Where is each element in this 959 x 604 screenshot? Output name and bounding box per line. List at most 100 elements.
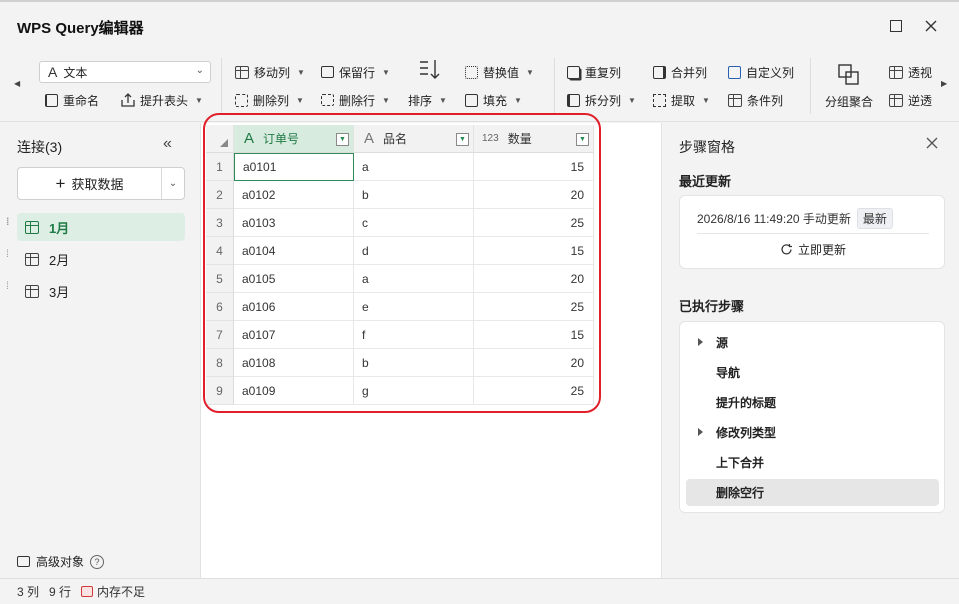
table-cell[interactable]: d (354, 237, 474, 265)
table-cell[interactable]: 15 (474, 321, 594, 349)
filter-dropdown-icon[interactable]: ▼ (456, 133, 469, 146)
row-number[interactable]: 3 (206, 209, 234, 237)
split-column-button[interactable]: 拆分列 ▼ (567, 89, 636, 111)
filter-dropdown-icon[interactable]: ▼ (336, 133, 349, 146)
move-column-button[interactable]: 移动列 ▼ (235, 61, 305, 83)
table-cell[interactable]: 25 (474, 293, 594, 321)
step-remove-blank-rows[interactable]: 删除空行 (686, 479, 939, 506)
ribbon-scroll-left-icon[interactable]: ◀ (14, 79, 20, 88)
column-header-order-id[interactable]: A 订单号 ▼ (234, 125, 354, 153)
step-source[interactable]: 源 (686, 329, 939, 356)
duplicate-column-button[interactable]: 重复列 (567, 61, 621, 83)
table-cell[interactable]: a0101 (234, 153, 354, 181)
row-number[interactable]: 7 (206, 321, 234, 349)
step-navigation[interactable]: 导航 (686, 359, 939, 386)
get-data-button[interactable]: + 获取数据 (18, 168, 161, 199)
drag-handle-icon[interactable]: ⁞ (6, 218, 12, 233)
table-cell[interactable]: 25 (474, 209, 594, 237)
collapse-panel-icon[interactable]: « (163, 135, 172, 153)
table-cell[interactable]: b (354, 181, 474, 209)
duplicate-column-label: 重复列 (585, 65, 622, 80)
filter-dropdown-icon[interactable]: ▼ (576, 133, 589, 146)
keep-rows-button[interactable]: 保留行 ▼ (321, 61, 390, 83)
data-type-select[interactable]: A 文本 ⌄ (39, 61, 211, 83)
row-number[interactable]: 6 (206, 293, 234, 321)
move-column-label: 移动列 (254, 65, 291, 80)
row-number[interactable]: 5 (206, 265, 234, 293)
table-cell[interactable]: a0103 (234, 209, 354, 237)
memory-warning-label: 内存不足 (97, 585, 146, 599)
help-icon[interactable]: ? (90, 554, 105, 569)
expand-caret-icon[interactable] (698, 428, 703, 436)
step-changed-type[interactable]: 修改列类型 (686, 419, 939, 446)
row-number[interactable]: 4 (206, 237, 234, 265)
replace-values-button[interactable]: 替换值 ▼ (465, 61, 534, 83)
table-cell[interactable]: a0109 (234, 377, 354, 405)
query-item-2[interactable]: ⁞ 2月 (6, 245, 185, 273)
extract-button[interactable]: 提取 ▼ (653, 89, 710, 111)
table-cell[interactable]: g (354, 377, 474, 405)
row-number[interactable]: 9 (206, 377, 234, 405)
table-cell[interactable]: a0108 (234, 349, 354, 377)
ribbon-scroll-right-icon[interactable]: ▶ (941, 79, 947, 88)
table-cell[interactable]: e (354, 293, 474, 321)
fill-button[interactable]: 填充 ▼ (465, 89, 522, 111)
pivot-button[interactable]: 透视 (889, 61, 933, 83)
table-cell[interactable]: f (354, 321, 474, 349)
window-title: WPS Query编辑器 (17, 20, 144, 37)
table-cell[interactable]: c (354, 209, 474, 237)
drag-handle-icon[interactable]: ⁞ (6, 250, 12, 265)
unpivot-button[interactable]: 逆透 (889, 89, 933, 111)
sort-icon-button[interactable] (418, 58, 442, 80)
chevron-down-icon: ▼ (526, 67, 534, 77)
query-item-1[interactable]: ⁞ 1月 (6, 213, 185, 241)
table-cell[interactable]: a0104 (234, 237, 354, 265)
close-button[interactable] (921, 16, 941, 36)
rename-button[interactable]: 重命名 (45, 89, 99, 111)
merge-columns-button[interactable]: 合并列 (653, 61, 707, 83)
step-label: 提升的标题 (716, 396, 777, 410)
remove-rows-button[interactable]: 删除行 ▼ (321, 89, 390, 111)
column-header-quantity[interactable]: 123 数量 ▼ (474, 125, 594, 153)
remove-column-button[interactable]: 删除列 ▼ (235, 89, 304, 111)
table-cell[interactable]: b (354, 349, 474, 377)
table-cell[interactable]: 15 (474, 153, 594, 181)
select-all-corner[interactable] (206, 125, 234, 153)
table-cell[interactable]: 25 (474, 377, 594, 405)
sort-button[interactable]: 排序 ▼ (408, 89, 447, 111)
close-steps-pane-button[interactable] (924, 135, 940, 156)
row-number[interactable]: 2 (206, 181, 234, 209)
table-cell[interactable]: a0102 (234, 181, 354, 209)
update-now-button[interactable]: 立即更新 (680, 241, 946, 258)
get-data-dropdown[interactable]: ⌄ (161, 168, 184, 199)
update-now-label: 立即更新 (797, 243, 846, 257)
column-header-product[interactable]: A 品名 ▼ (354, 125, 474, 153)
extract-label: 提取 (671, 93, 696, 108)
column-header-label: 订单号 (263, 132, 300, 146)
drag-handle-icon[interactable]: ⁞ (6, 282, 12, 297)
query-item-3[interactable]: ⁞ 3月 (6, 277, 185, 305)
table-cell[interactable]: a (354, 265, 474, 293)
table-cell[interactable]: a0105 (234, 265, 354, 293)
table-cell[interactable]: a0107 (234, 321, 354, 349)
conditional-column-button[interactable]: 条件列 (728, 89, 783, 111)
table-cell[interactable]: 15 (474, 237, 594, 265)
maximize-button[interactable] (886, 16, 906, 36)
table-cell[interactable]: a0106 (234, 293, 354, 321)
step-promoted-headers[interactable]: 提升的标题 (686, 389, 939, 416)
expand-caret-icon[interactable] (698, 338, 703, 346)
custom-column-button[interactable]: 自定义列 (728, 61, 794, 83)
table-cell[interactable]: 20 (474, 181, 594, 209)
promote-header-button[interactable]: 提升表头 ▼ (121, 89, 203, 111)
query-item-label: 2月 (49, 252, 70, 268)
advanced-objects-link[interactable]: 高级对象 ? (17, 553, 105, 570)
row-number[interactable]: 1 (206, 153, 234, 181)
sort-label: 排序 (408, 93, 433, 108)
refresh-icon (781, 244, 792, 255)
group-by-button[interactable]: 分组聚合 (824, 58, 876, 118)
table-cell[interactable]: 20 (474, 265, 594, 293)
table-cell[interactable]: a (354, 153, 474, 181)
row-number[interactable]: 8 (206, 349, 234, 377)
table-cell[interactable]: 20 (474, 349, 594, 377)
step-append[interactable]: 上下合并 (686, 449, 939, 476)
